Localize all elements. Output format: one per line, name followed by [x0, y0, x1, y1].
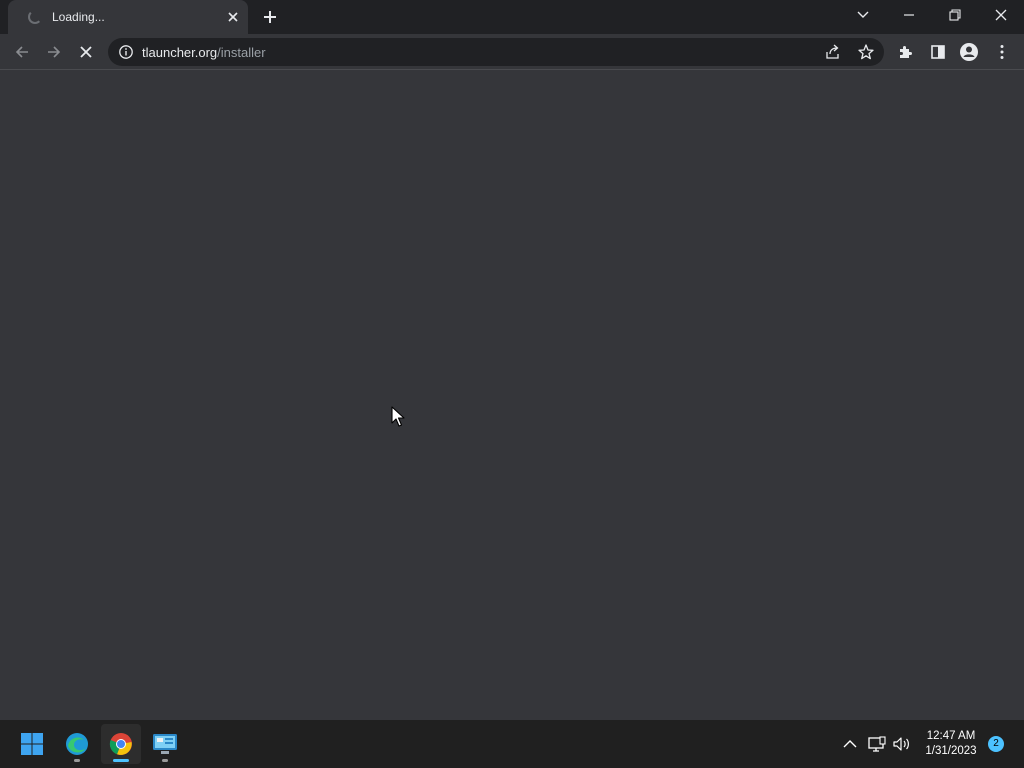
- browser-tab[interactable]: Loading...: [8, 0, 248, 34]
- mouse-cursor-icon: [391, 406, 405, 433]
- back-button[interactable]: [8, 38, 36, 66]
- chrome-icon: [109, 733, 132, 755]
- clock-date: 1/31/2023: [925, 745, 977, 757]
- share-icon[interactable]: [824, 43, 842, 61]
- kebab-icon[interactable]: [988, 38, 1016, 66]
- tab-title: Loading...: [52, 10, 105, 24]
- app-running-indicator: [74, 759, 80, 762]
- star-icon[interactable]: [857, 43, 875, 61]
- taskbar-app-control-panel[interactable]: [145, 724, 185, 764]
- taskbar-app-edge[interactable]: [57, 724, 97, 764]
- url-path: /installer: [217, 45, 266, 60]
- network-icon[interactable]: [867, 734, 887, 754]
- taskbar: 12:47 AM 1/31/2023: [0, 720, 1024, 768]
- page-content: [0, 70, 1024, 720]
- taskbar-app-chrome[interactable]: [101, 724, 141, 764]
- info-circle-icon[interactable]: [118, 44, 134, 60]
- monitor-app-icon: [153, 734, 177, 754]
- address-bar[interactable]: tlauncher.org/installer: [108, 38, 884, 66]
- url-text[interactable]: tlauncher.org/installer: [142, 45, 266, 60]
- minimize-button[interactable]: [886, 0, 932, 30]
- tab-close-icon[interactable]: [224, 8, 242, 26]
- system-clock[interactable]: 12:47 AM 1/31/2023: [916, 729, 986, 759]
- windows-logo-icon: [21, 733, 43, 755]
- loading-spinner-icon: [28, 10, 42, 24]
- tab-search-button[interactable]: [840, 0, 886, 30]
- app-active-indicator: [113, 759, 129, 762]
- stop-loading-button[interactable]: [72, 38, 100, 66]
- url-domain: tlauncher.org: [142, 45, 218, 60]
- start-button[interactable]: [12, 724, 52, 764]
- restore-button[interactable]: [932, 0, 978, 30]
- person-icon[interactable]: [955, 38, 983, 66]
- app-running-indicator: [162, 759, 168, 762]
- clock-time: 12:47 AM: [926, 730, 976, 742]
- tab-strip: Loading...: [0, 0, 1024, 34]
- volume-icon[interactable]: [892, 734, 912, 754]
- side-panel-icon[interactable]: [924, 38, 952, 66]
- puzzle-icon[interactable]: [892, 38, 920, 66]
- notification-badge[interactable]: 2: [988, 736, 1004, 752]
- chevron-up-icon[interactable]: [840, 734, 860, 754]
- edge-icon: [66, 733, 88, 755]
- new-tab-button[interactable]: [259, 6, 281, 28]
- forward-button[interactable]: [40, 38, 68, 66]
- close-window-button[interactable]: [978, 0, 1024, 30]
- browser-toolbar: tlauncher.org/installer: [0, 34, 1024, 70]
